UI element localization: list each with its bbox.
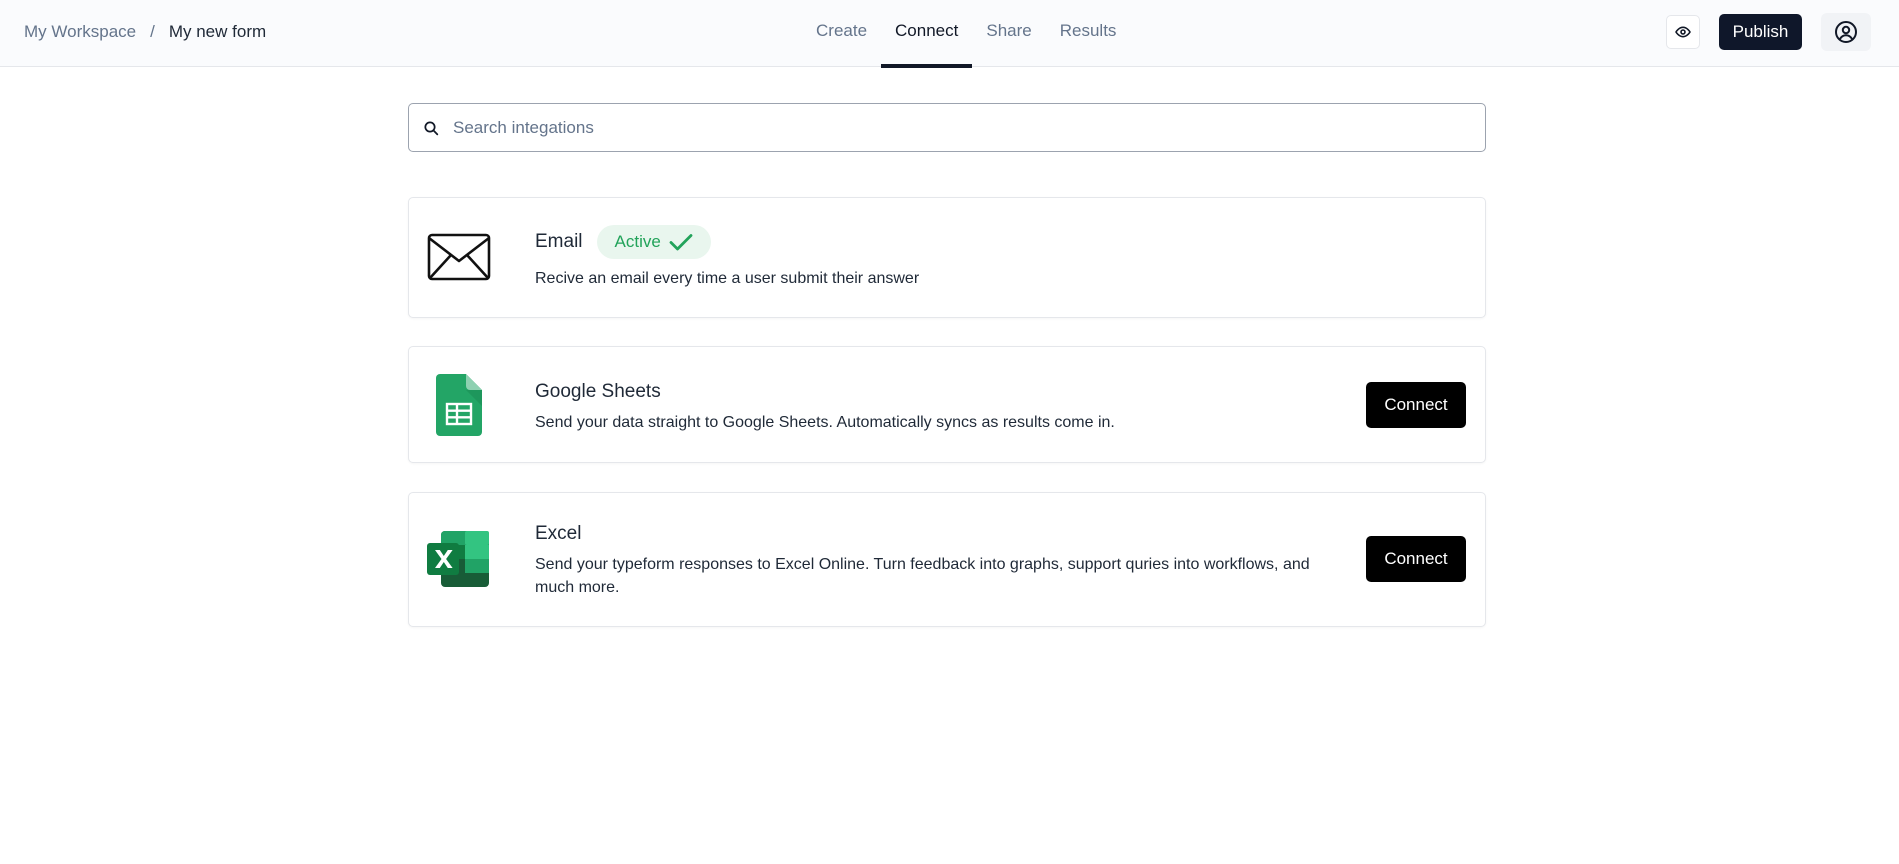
breadcrumb-separator: / [150,21,155,41]
preview-button[interactable] [1666,15,1700,49]
email-title-row: Email Active [535,225,711,259]
tab-connect[interactable]: Connect [881,0,973,68]
integration-card-excel: Excel Send your typeform responses to Ex… [408,492,1486,627]
eye-icon [1675,24,1691,40]
tab-results[interactable]: Results [1046,0,1131,67]
excel-connect-button[interactable]: Connect [1366,536,1466,582]
publish-button[interactable]: Publish [1719,14,1802,50]
search-input[interactable] [453,117,1485,138]
integration-title: Google Sheets [535,381,661,402]
integration-card-email: Email Active Recive an email every time … [408,197,1486,318]
google-sheets-icon [436,374,482,441]
search-icon [423,120,439,136]
integration-title: Excel [535,523,582,544]
account-button[interactable] [1821,13,1871,51]
integration-description: Send your data straight to Google Sheets… [535,414,1115,431]
excel-icon [427,531,491,592]
tab-bar: Create Connect Share Results [802,0,1131,68]
status-badge-label: Active [614,232,661,251]
envelope-icon [427,233,491,286]
tab-create[interactable]: Create [802,0,881,67]
breadcrumb-workspace-link[interactable]: My Workspace [24,22,136,42]
search-bar [408,103,1486,152]
integration-description: Send your typeform responses to Excel On… [535,556,1310,596]
breadcrumb-current-form: My new form [168,21,267,41]
breadcrumb: My Workspace / My new form [24,0,266,63]
excel-title-row: Excel [535,523,581,545]
top-bar: My Workspace / My new form Create Connec… [0,0,1899,68]
tab-share[interactable]: Share [972,0,1045,67]
sheets-title-row: Google Sheets [535,381,661,403]
check-icon [669,233,693,251]
integration-card-google-sheets: Google Sheets Send your data straight to… [408,346,1486,463]
integration-title: Email [535,231,583,252]
status-badge: Active [596,225,711,259]
user-circle-icon [1834,20,1858,44]
google-sheets-connect-button[interactable]: Connect [1366,382,1466,428]
integration-description: Recive an email every time a user submit… [535,270,920,287]
